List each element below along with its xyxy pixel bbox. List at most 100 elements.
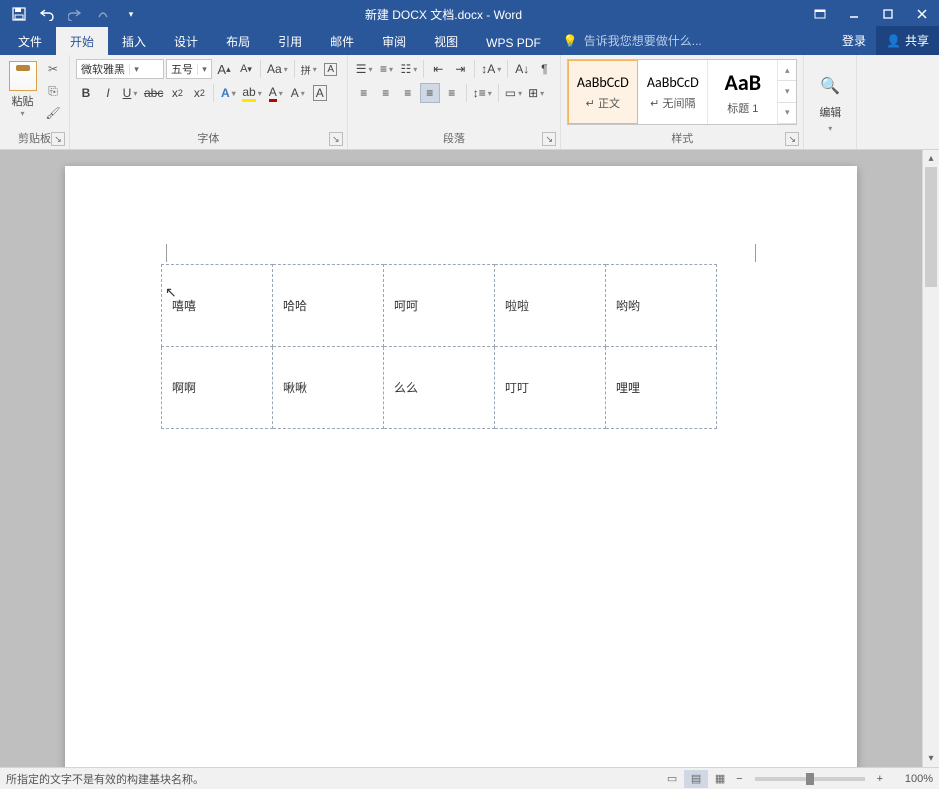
sort-button[interactable]: A↓ — [512, 59, 532, 79]
shading-button[interactable]: ▭ — [503, 83, 524, 103]
repeat-button[interactable] — [90, 2, 116, 26]
table-cell[interactable]: 啾啾 — [273, 347, 384, 429]
format-painter-button[interactable]: 🖌 — [43, 103, 63, 123]
gallery-up[interactable]: ▴ — [778, 60, 796, 81]
maximize-button[interactable] — [871, 2, 905, 26]
ribbon-display-options[interactable] — [803, 2, 837, 26]
gallery-down[interactable]: ▾ — [778, 81, 796, 102]
share-label: 共享 — [905, 32, 929, 49]
style-no-spacing[interactable]: AaBbCcD ↵ 无间隔 — [638, 60, 708, 124]
table-cell[interactable]: 啦啦 — [495, 265, 606, 347]
tab-review[interactable]: 审阅 — [368, 27, 420, 55]
change-case-button[interactable]: Aa — [265, 59, 290, 79]
table-cell[interactable]: 叮叮 — [495, 347, 606, 429]
font-launcher[interactable]: ↘ — [329, 132, 343, 146]
window-title: 新建 DOCX 文档.docx - Word — [144, 6, 803, 23]
table-cell[interactable]: 哩哩 — [606, 347, 717, 429]
gallery-more[interactable]: ▾ — [778, 103, 796, 124]
redo-button[interactable] — [62, 2, 88, 26]
decrease-indent-button[interactable]: ⇤ — [428, 59, 448, 79]
font-size-combo[interactable]: 五号▾ — [166, 59, 212, 79]
styles-launcher[interactable]: ↘ — [785, 132, 799, 146]
table-cell[interactable]: 哈哈 — [273, 265, 384, 347]
style-normal[interactable]: AaBbCcD ↵ 正文 — [568, 60, 638, 124]
justify-button[interactable]: ≡ — [420, 83, 440, 103]
tab-design[interactable]: 设计 — [160, 27, 212, 55]
save-button[interactable] — [6, 2, 32, 26]
character-shading-button[interactable]: A — [288, 83, 308, 103]
view-print-layout[interactable]: ▤ — [684, 770, 708, 788]
tab-file[interactable]: 文件 — [4, 27, 56, 55]
cut-button[interactable]: ✂ — [43, 59, 63, 79]
scroll-thumb[interactable] — [925, 167, 937, 287]
view-web-layout[interactable]: ▦ — [708, 770, 732, 788]
scroll-up[interactable]: ▴ — [923, 150, 939, 167]
distribute-button[interactable]: ≡ — [442, 83, 462, 103]
page[interactable]: ↖ 嘻嘻 哈哈 呵呵 啦啦 哟哟 啊啊 啾啾 么么 叮叮 哩哩 — [65, 166, 857, 767]
login-button[interactable]: 登录 — [832, 26, 876, 55]
grow-font-button[interactable]: A▴ — [214, 59, 234, 79]
font-color-button[interactable]: A — [266, 83, 286, 103]
undo-button[interactable] — [34, 2, 60, 26]
italic-button[interactable]: I — [98, 83, 118, 103]
paste-button[interactable]: 粘贴 ▾ — [6, 59, 39, 120]
tab-references[interactable]: 引用 — [264, 27, 316, 55]
minimize-button[interactable] — [837, 2, 871, 26]
scroll-down[interactable]: ▾ — [923, 750, 939, 767]
view-read-mode[interactable]: ▭ — [660, 770, 684, 788]
bullets-button[interactable]: ☰ — [354, 59, 375, 79]
align-left-button[interactable]: ≡ — [354, 83, 374, 103]
align-center-button[interactable]: ≡ — [376, 83, 396, 103]
subscript-button[interactable]: x2 — [167, 83, 187, 103]
enclose-characters-button[interactable]: A — [321, 59, 341, 79]
tab-layout[interactable]: 布局 — [212, 27, 264, 55]
content-table[interactable]: 嘻嘻 哈哈 呵呵 啦啦 哟哟 啊啊 啾啾 么么 叮叮 哩哩 — [161, 264, 717, 429]
tell-me-search[interactable]: 💡 告诉我您想要做什么... — [555, 26, 710, 55]
table-cell[interactable]: 呵呵 — [384, 265, 495, 347]
find-icon[interactable]: 🔍 — [820, 76, 840, 96]
underline-button[interactable]: U — [120, 83, 140, 103]
zoom-level[interactable]: 100% — [887, 773, 933, 785]
table-cell[interactable]: 啊啊 — [162, 347, 273, 429]
strikethrough-button[interactable]: abc — [142, 83, 165, 103]
zoom-out-button[interactable]: − — [732, 773, 746, 785]
character-border-button[interactable]: A — [310, 83, 330, 103]
superscript-button[interactable]: x2 — [189, 83, 209, 103]
borders-button[interactable]: ⊞ — [526, 83, 546, 103]
tab-insert[interactable]: 插入 — [108, 27, 160, 55]
document-scroll[interactable]: ↖ 嘻嘻 哈哈 呵呵 啦啦 哟哟 啊啊 啾啾 么么 叮叮 哩哩 — [0, 150, 922, 767]
zoom-in-button[interactable]: + — [873, 773, 887, 785]
table-cell[interactable]: 哟哟 — [606, 265, 717, 347]
numbering-button[interactable]: ≡ — [377, 59, 397, 79]
bold-button[interactable]: B — [76, 83, 96, 103]
tab-wpspdf[interactable]: WPS PDF — [472, 30, 555, 55]
table-cell[interactable]: 么么 — [384, 347, 495, 429]
table-cell[interactable]: 嘻嘻 — [162, 265, 273, 347]
clipboard-launcher[interactable]: ↘ — [51, 132, 65, 146]
highlight-button[interactable]: ab — [240, 83, 263, 103]
vertical-scrollbar[interactable]: ▴ ▾ — [922, 150, 939, 767]
share-button[interactable]: 👤 共享 — [876, 26, 939, 55]
align-right-button[interactable]: ≡ — [398, 83, 418, 103]
text-direction-button[interactable]: ↕A — [479, 59, 503, 79]
copy-button[interactable]: ⎘ — [43, 81, 63, 101]
tab-mailings[interactable]: 邮件 — [316, 27, 368, 55]
gallery-scroll: ▴ ▾ ▾ — [778, 60, 796, 124]
scroll-track[interactable] — [923, 167, 939, 750]
increase-indent-button[interactable]: ⇥ — [450, 59, 470, 79]
tab-view[interactable]: 视图 — [420, 27, 472, 55]
font-name-combo[interactable]: 微软雅黑▾ — [76, 59, 164, 79]
qat-customize[interactable]: ▾ — [118, 2, 144, 26]
tab-home[interactable]: 开始 — [56, 27, 108, 55]
paragraph-launcher[interactable]: ↘ — [542, 132, 556, 146]
text-effects-button[interactable]: A — [218, 83, 238, 103]
zoom-slider[interactable] — [755, 777, 865, 781]
table-row: 嘻嘻 哈哈 呵呵 啦啦 哟哟 — [162, 265, 717, 347]
shrink-font-button[interactable]: A▾ — [236, 59, 256, 79]
phonetic-guide-button[interactable]: 拼 — [299, 59, 319, 79]
line-spacing-button[interactable]: ↕≡ — [471, 83, 494, 103]
show-marks-button[interactable]: ¶ — [534, 59, 554, 79]
close-button[interactable] — [905, 2, 939, 26]
style-heading1[interactable]: AaB 标题 1 — [708, 60, 778, 124]
multilevel-list-button[interactable]: ☷ — [399, 59, 420, 79]
